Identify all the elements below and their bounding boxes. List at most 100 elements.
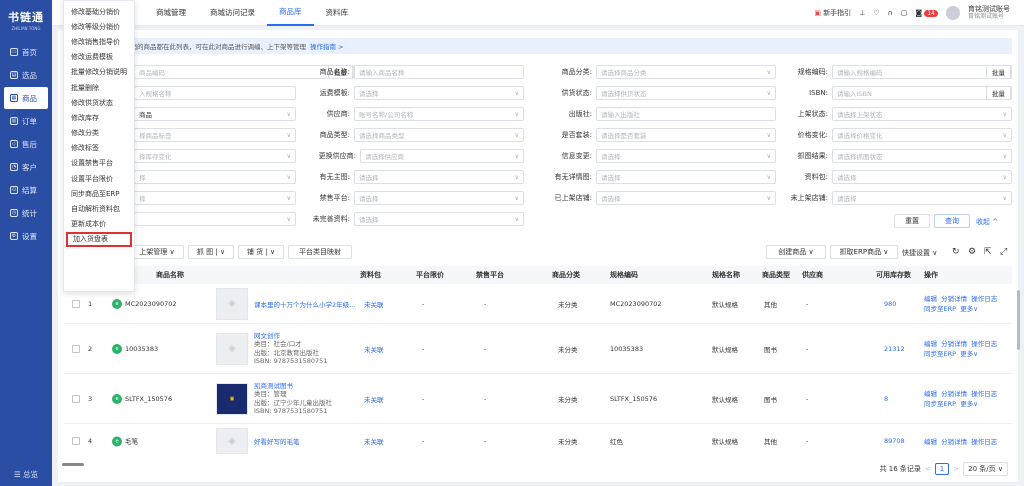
reset-button[interactable]: 重置 xyxy=(894,214,930,228)
product-name-link[interactable]: 凯商测试图书 xyxy=(254,382,293,390)
menu-item-edit-guide-price[interactable]: 修改销售指导价 xyxy=(64,34,134,49)
sidebar-item-selection[interactable]: ▤ 选品 xyxy=(4,64,48,86)
more-link[interactable]: 更多 xyxy=(960,350,973,358)
menu-item-set-banned-platform[interactable]: 设置禁售平台 xyxy=(64,156,134,171)
change-supplier-select[interactable]: 请选择供应商 ∨ xyxy=(360,149,524,163)
stock-link[interactable]: 21312 xyxy=(884,345,905,353)
more-link[interactable]: 更多 xyxy=(960,305,973,313)
menu-item-auto-parse-package[interactable]: 自动解析资料包 xyxy=(64,201,134,216)
menu-item-edit-distribution-note[interactable]: 批量修改分销说明 xyxy=(64,65,134,80)
incomplete-info-select[interactable]: 请选择 ∨ xyxy=(354,212,524,226)
supply-status-select[interactable]: 请选择供货状态 ∨ xyxy=(596,86,776,100)
upload-icon[interactable]: ⊥ xyxy=(859,9,865,17)
package-link[interactable]: 未关联 xyxy=(364,344,384,354)
page-number[interactable]: 1 xyxy=(934,463,950,475)
package-link[interactable]: 未关联 xyxy=(364,299,384,309)
horizontal-scrollbar[interactable] xyxy=(62,463,84,466)
sidebar-item-settlement[interactable]: ⊙ 结算 xyxy=(4,179,48,201)
distribution-detail-link[interactable]: 分销详情 xyxy=(941,390,967,398)
fullscreen-icon[interactable]: ⤢ xyxy=(1000,247,1007,257)
edit-link[interactable]: 编辑 xyxy=(924,390,937,398)
batch-button[interactable]: 批量 xyxy=(986,86,1011,100)
distribution-detail-link[interactable]: 分销详情 xyxy=(941,295,967,303)
shelf-status-select[interactable]: 请选择上架状态 ∨ xyxy=(832,107,1012,121)
capture-image-button[interactable]: 抓 图 | ∨ xyxy=(188,245,234,259)
edit-link[interactable]: 编辑 xyxy=(924,295,937,303)
capture-result-select[interactable]: 请选择抓图状态 ∨ xyxy=(832,149,1012,163)
product-name-link[interactable]: 课本里的十万个为什么小学2年级... xyxy=(254,299,355,309)
product-select[interactable]: 商品 ∨ xyxy=(134,107,296,121)
sidebar-item-orders[interactable]: ▥ 订单 xyxy=(4,110,48,132)
tab-mall-management[interactable]: 商城管理 xyxy=(144,0,198,26)
tab-material-library[interactable]: 资料库 xyxy=(314,0,361,26)
unlisted-shop-select[interactable]: 请选择 ∨ xyxy=(832,191,1012,205)
sidebar-item-customers[interactable]: ◔ 客户 xyxy=(4,156,48,178)
menu-item-sync-erp[interactable]: 同步商品至ERP xyxy=(64,186,134,201)
filter-select[interactable]: 择 ∨ xyxy=(134,191,296,205)
stock-link[interactable]: 8 xyxy=(884,395,888,403)
menu-item-edit-supply-status[interactable]: 修改供货状态 xyxy=(64,95,134,110)
vertical-scrollbar[interactable] xyxy=(1017,290,1020,350)
batch-button[interactable]: 批量 xyxy=(986,65,1011,79)
refresh-icon[interactable]: ↻ xyxy=(952,247,960,257)
export-icon[interactable]: ⇱ xyxy=(984,247,992,257)
menu-item-edit-shipping-template[interactable]: 修改运费模板 xyxy=(64,50,134,65)
bell-icon[interactable]: ◙ 14 xyxy=(915,9,938,17)
page-size-select[interactable]: 20 条/页 ∨ xyxy=(963,462,1008,476)
distribute-button[interactable]: 铺 货 | ∨ xyxy=(238,245,284,259)
query-button[interactable]: 查询 xyxy=(934,214,970,228)
package-select[interactable]: 请选择 ∨ xyxy=(832,170,1012,184)
operation-log-link[interactable]: 操作日志 xyxy=(971,340,997,348)
spec-name-input[interactable]: 入规格名称 xyxy=(134,86,296,100)
distribution-detail-link[interactable]: 分销详情 xyxy=(941,340,967,348)
category-mapping-button[interactable]: 平台类目映射 xyxy=(288,245,352,259)
product-name-link[interactable]: 好看好写的毛笔 xyxy=(254,436,300,446)
menu-item-edit-tags[interactable]: 修改标签 xyxy=(64,141,134,156)
package-link[interactable]: 未关联 xyxy=(364,436,384,446)
sidebar-item-products[interactable]: ▦ 商品 xyxy=(4,87,48,109)
product-type-select[interactable]: 请选择商品类型 ∨ xyxy=(354,128,524,142)
menu-item-add-to-pallet[interactable]: 加入货盘表 xyxy=(66,231,132,247)
stock-link[interactable]: 980 xyxy=(884,300,896,308)
filter-select[interactable]: 择 ∨ xyxy=(134,170,296,184)
listed-shop-select[interactable]: 请选择 ∨ xyxy=(596,191,776,205)
distribution-detail-link[interactable]: 分销详情 xyxy=(941,438,967,446)
menu-item-edit-base-price[interactable]: 修改基础分销价 xyxy=(64,4,134,19)
account-info[interactable]: 育铭测试账号 育铭测试账号 xyxy=(968,5,1010,21)
banned-platform-select[interactable]: 请选择 ∨ xyxy=(354,191,524,205)
operation-log-link[interactable]: 操作日志 xyxy=(971,390,997,398)
next-page-button[interactable]: > xyxy=(953,465,959,473)
tab-mall-visits[interactable]: 商城访问记录 xyxy=(198,0,267,26)
product-name-input[interactable]: 请输入商品名称 xyxy=(354,65,524,79)
supplier-select[interactable]: 账号名称/公司名称 ∨ xyxy=(354,107,524,121)
more-link[interactable]: 更多 xyxy=(960,400,973,408)
shield-icon[interactable]: ♡ xyxy=(873,9,879,17)
shelf-management-button[interactable]: 上架管理 ∨ xyxy=(130,245,184,259)
row-checkbox[interactable] xyxy=(72,299,80,308)
stock-link[interactable]: 89708 xyxy=(884,437,905,445)
settings-icon[interactable]: ⚙ xyxy=(968,247,976,257)
menu-item-edit-level-price[interactable]: 修改等级分销价 xyxy=(64,19,134,34)
menu-item-edit-category[interactable]: 修改分类 xyxy=(64,126,134,141)
sidebar-overview[interactable]: ☰ 总览 xyxy=(0,469,52,480)
sidebar-item-settings[interactable]: ⚙ 设置 xyxy=(4,225,48,247)
package-link[interactable]: 未关联 xyxy=(364,394,384,404)
price-change-select[interactable]: 请选择价格变化 ∨ xyxy=(832,128,1012,142)
shipping-template-select[interactable]: 请选择 ∨ xyxy=(354,86,524,100)
edit-link[interactable]: 编辑 xyxy=(924,340,937,348)
create-product-button[interactable]: 创建商品 ∨ xyxy=(766,245,826,259)
quick-settings-link[interactable]: 快捷设置 ∨ xyxy=(902,248,937,258)
isbn-input[interactable]: 请输入ISBN 批量 xyxy=(832,86,1012,100)
category-select[interactable]: 请选择商品分类 ∨ xyxy=(596,65,776,79)
collapse-link[interactable]: 收起 ^ xyxy=(976,217,998,227)
sidebar-item-aftersale[interactable]: ◇ 售后 xyxy=(4,133,48,155)
menu-item-edit-stock[interactable]: 修改库存 xyxy=(64,110,134,125)
sync-erp-link[interactable]: 同步至ERP xyxy=(924,305,956,313)
prev-page-button[interactable]: < xyxy=(925,465,931,473)
sidebar-item-stats[interactable]: ◷ 统计 xyxy=(4,202,48,224)
tab-product-library[interactable]: 商品库 xyxy=(267,0,314,26)
menu-item-update-cost-price[interactable]: 更新成本价 xyxy=(64,217,134,232)
row-checkbox[interactable] xyxy=(72,437,80,445)
product-name-link[interactable]: 网文创作 xyxy=(254,332,280,340)
operation-log-link[interactable]: 操作日志 xyxy=(971,295,997,303)
